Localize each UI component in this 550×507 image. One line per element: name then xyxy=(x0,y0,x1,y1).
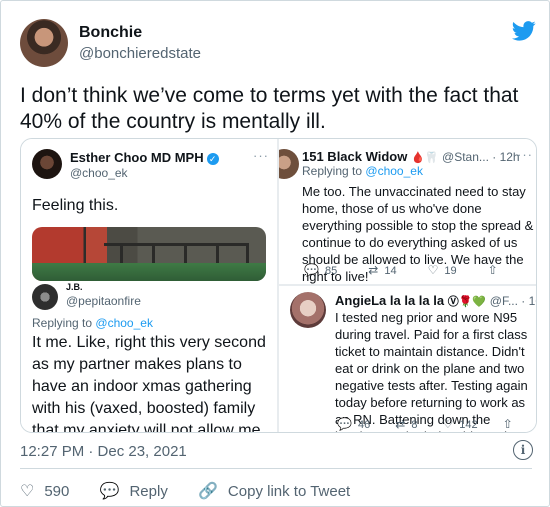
tweet-media[interactable]: Esther Choo MD MPH ✓ @choo_ek ··· Feeling… xyxy=(20,138,537,433)
verified-icon: ✓ xyxy=(206,152,219,165)
angie-actions: 💬 46 ⇄ 8 ♡ 142 ⇧ xyxy=(337,417,513,431)
widow-actions: 💬 85 ⇄ 14 ♡ 19 ⇧ xyxy=(304,263,498,277)
more-icon: ··· xyxy=(253,148,269,163)
widow-reply-to: Replying to @choo_ek xyxy=(302,164,423,178)
more-icon: ··· xyxy=(517,147,533,162)
jb-reply-to: Replying to @choo_ek xyxy=(32,316,153,330)
author-name[interactable]: Bonchie xyxy=(79,24,142,42)
jb-name: J.B. xyxy=(66,282,83,292)
jb-avatar xyxy=(32,284,58,310)
author-handle[interactable]: @bonchieredstate xyxy=(79,45,201,62)
reply-icon: 💬 xyxy=(99,483,120,500)
esther-name: Esther Choo MD MPH ✓ xyxy=(70,150,219,165)
info-icon[interactable]: i xyxy=(513,440,533,460)
esther-handle: @choo_ek xyxy=(70,166,128,180)
tweet-card: Bonchie @bonchieredstate I don’t think w… xyxy=(0,0,550,507)
esther-avatar xyxy=(32,149,62,179)
author-avatar[interactable] xyxy=(20,19,68,67)
like-button[interactable]: ♡ 590 xyxy=(20,481,69,501)
footer-actions: ♡ 590 💬 Reply 🔗 Copy link to Tweet xyxy=(20,481,376,501)
twitter-bird-icon[interactable] xyxy=(512,21,536,41)
widow-name: 151 Black Widow 🩸🦷 @Stan... · 12h xyxy=(302,149,520,164)
screenshot-right-top: 151 Black Widow 🩸🦷 @Stan... · 12h ··· Re… xyxy=(279,139,536,284)
like-icon: ♡ xyxy=(20,483,35,500)
reply-icon: 💬 xyxy=(304,263,319,277)
share-icon: ⇧ xyxy=(487,263,498,277)
esther-text: Feeling this. xyxy=(32,197,119,214)
angie-name: AngieLa la la la la Ⓥ🌹💚 @F... · 16h xyxy=(335,293,536,308)
tweet-timestamp[interactable]: 12:27 PM · Dec 23, 2021 xyxy=(20,443,187,460)
reply-button[interactable]: 💬 Reply xyxy=(100,481,168,501)
like-icon: ♡ xyxy=(427,263,439,277)
share-icon: ⇧ xyxy=(502,417,513,431)
retweet-icon: ⇄ xyxy=(368,263,379,277)
tweet-text: I don’t think we’ve come to terms yet wi… xyxy=(20,84,519,133)
angie-avatar xyxy=(290,292,326,328)
jb-handle: @pepitaonfire xyxy=(66,294,141,308)
screenshot-right-bottom: AngieLa la la la la Ⓥ🌹💚 @F... · 16h I te… xyxy=(279,286,536,432)
screenshot-left: Esther Choo MD MPH ✓ @choo_ek ··· Feeling… xyxy=(21,139,277,432)
reply-icon: 💬 xyxy=(337,417,352,431)
link-icon: 🔗 xyxy=(198,483,218,500)
jb-text: It me. Like, right this very second as m… xyxy=(32,334,266,432)
divider xyxy=(20,468,532,469)
like-icon: ♡ xyxy=(442,417,454,431)
copy-link-button[interactable]: 🔗 Copy link to Tweet xyxy=(198,481,350,501)
embedded-photo xyxy=(32,227,266,281)
widow-avatar xyxy=(279,149,299,179)
angie-text: I tested neg prior and wore N95 during t… xyxy=(335,310,532,432)
retweet-icon: ⇄ xyxy=(395,417,406,431)
